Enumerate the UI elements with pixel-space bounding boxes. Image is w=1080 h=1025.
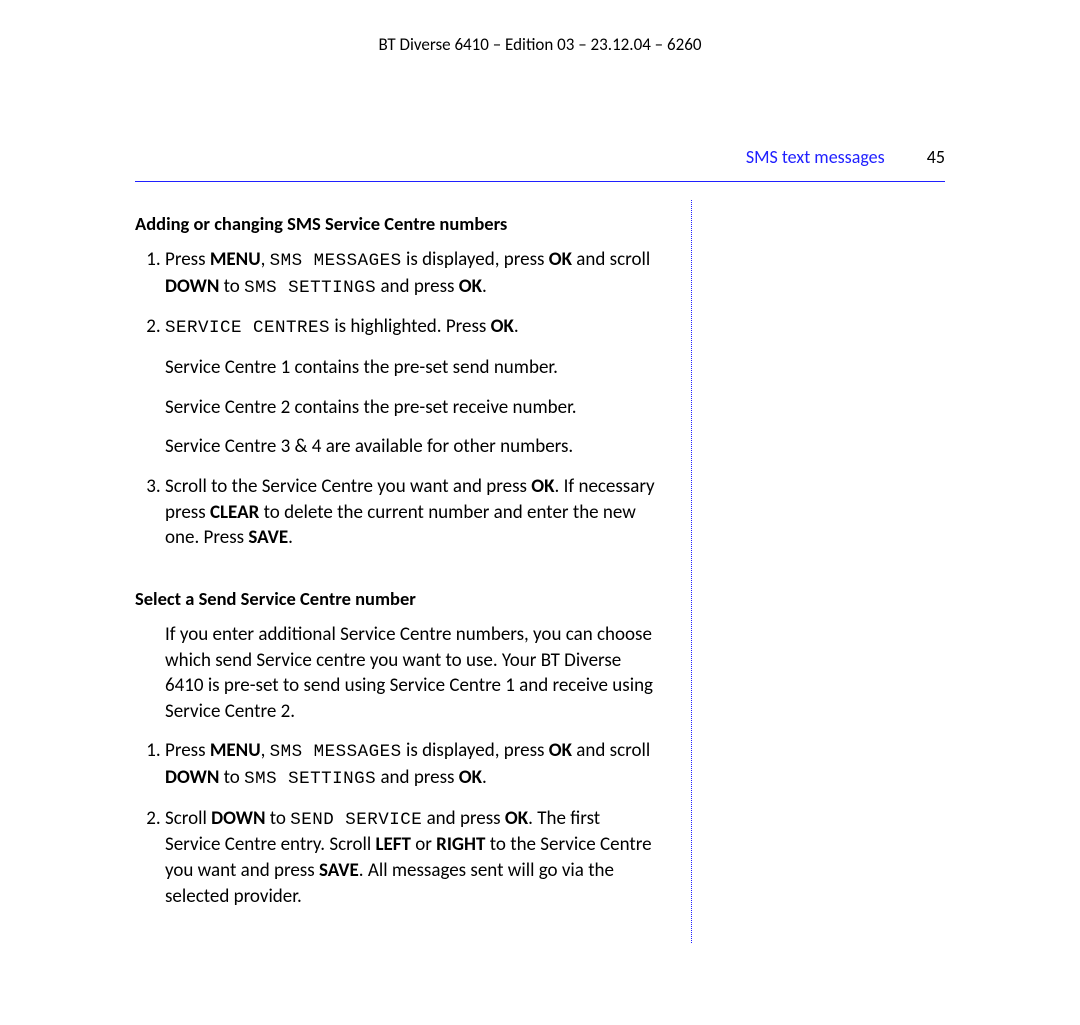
running-head: SMS text messages 45 <box>135 145 945 182</box>
ui-sms-settings: SMS SETTINGS <box>244 278 376 298</box>
ok-key: OK <box>459 275 482 298</box>
intro-select-send: If you enter additional Service Centre n… <box>165 622 657 725</box>
right-key: RIGHT <box>436 833 485 856</box>
page-number: 45 <box>927 146 945 168</box>
down-key: DOWN <box>165 275 219 298</box>
page-content: Adding or changing SMS Service Centre nu… <box>135 200 945 943</box>
ui-service-centres: SERVICE CENTRES <box>165 318 330 338</box>
ui-sms-messages: SMS MESSAGES <box>270 742 402 762</box>
ok-key: OK <box>531 475 554 498</box>
section-adding-changing: Adding or changing SMS Service Centre nu… <box>135 212 657 551</box>
note-sc1: Service Centre 1 contains the pre-set se… <box>165 355 657 381</box>
ok-key: OK <box>505 807 528 830</box>
ok-key: OK <box>549 248 572 271</box>
heading-adding-changing: Adding or changing SMS Service Centre nu… <box>135 212 657 237</box>
save-key: SAVE <box>248 526 288 549</box>
step-2: SERVICE CENTRES is highlighted. Press OK… <box>165 314 657 341</box>
save-key: SAVE <box>319 859 359 882</box>
document-header: BT Diverse 6410 – Edition 03 – 23.12.04 … <box>0 0 1080 57</box>
left-key: LEFT <box>375 833 410 856</box>
step-1b: Press MENU, SMS MESSAGES is displayed, p… <box>165 738 657 791</box>
section-select-send: Select a Send Service Centre number If y… <box>135 587 657 909</box>
right-column <box>692 200 945 943</box>
menu-key: MENU <box>210 739 261 762</box>
step-3: Scroll to the Service Centre you want an… <box>165 474 657 551</box>
running-head-section: SMS text messages <box>746 146 885 168</box>
clear-key: CLEAR <box>210 501 259 524</box>
ok-key: OK <box>459 766 482 789</box>
left-column: Adding or changing SMS Service Centre nu… <box>135 200 692 943</box>
down-key: DOWN <box>211 807 265 830</box>
heading-select-send: Select a Send Service Centre number <box>135 587 657 612</box>
note-sc34: Service Centre 3 & 4 are available for o… <box>165 434 657 460</box>
menu-key: MENU <box>210 248 261 271</box>
ui-send-service: SEND SERVICE <box>290 810 422 830</box>
ui-sms-settings: SMS SETTINGS <box>244 769 376 789</box>
step-2b: Scroll DOWN to SEND SERVICE and press OK… <box>165 806 657 910</box>
step-1: Press MENU, SMS MESSAGES is displayed, p… <box>165 247 657 300</box>
ok-key: OK <box>491 315 514 338</box>
ui-sms-messages: SMS MESSAGES <box>270 251 402 271</box>
ok-key: OK <box>549 739 572 762</box>
down-key: DOWN <box>165 766 219 789</box>
note-sc2: Service Centre 2 contains the pre-set re… <box>165 395 657 421</box>
